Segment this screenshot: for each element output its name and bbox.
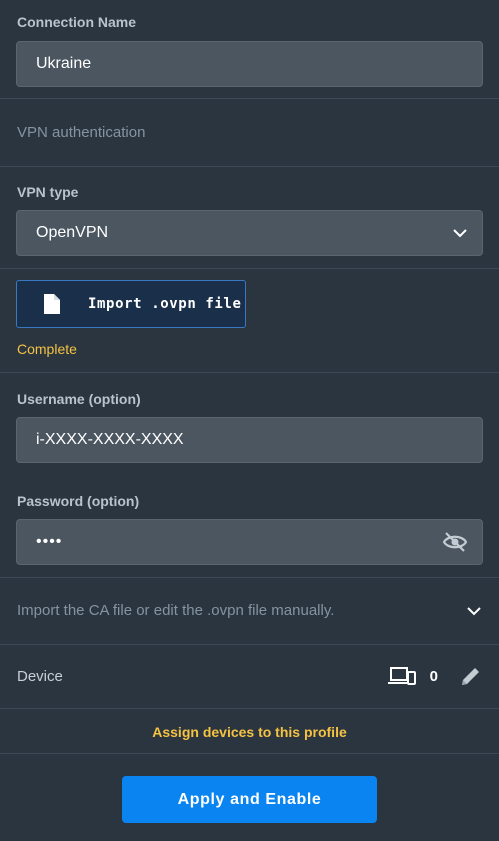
password-value: •••• (36, 533, 63, 550)
vpn-type-wrap: OpenVPN (0, 210, 499, 256)
eye-off-icon[interactable] (442, 531, 468, 553)
ca-expand-row[interactable]: Import the CA file or edit the .ovpn fil… (0, 602, 499, 619)
username-input[interactable]: i-XXXX-XXXX-XXXX (16, 417, 483, 463)
assign-wrap: Assign devices to this profile (0, 724, 499, 740)
divider (0, 644, 499, 645)
connection-name-wrap: Ukraine (0, 41, 499, 87)
vpn-type-label-wrap: VPN type (0, 184, 499, 200)
connection-name-value: Ukraine (36, 55, 92, 72)
divider (0, 708, 499, 709)
username-label: Username (option) (17, 391, 141, 407)
divider (0, 372, 499, 373)
vpn-authentication-heading: VPN authentication (17, 124, 146, 141)
chevron-down-icon (452, 228, 468, 238)
ca-section-text: Import the CA file or edit the .ovpn fil… (17, 602, 335, 619)
auth-heading-wrap: VPN authentication (0, 124, 499, 141)
vpn-type-select[interactable]: OpenVPN (16, 210, 483, 256)
password-input[interactable]: •••• (16, 519, 483, 565)
device-row: Device 0 (0, 665, 499, 687)
vpn-profile-panel: Connection Name Ukraine VPN authenticati… (0, 0, 499, 841)
device-count: 0 (429, 667, 438, 685)
apply-and-enable-button[interactable]: Apply and Enable (122, 776, 377, 823)
import-ovpn-button[interactable]: Import .ovpn file (16, 280, 246, 328)
divider (0, 577, 499, 578)
divider (0, 753, 499, 754)
device-right: 0 (387, 665, 482, 687)
password-label: Password (option) (17, 493, 140, 509)
vpn-type-label: VPN type (17, 184, 79, 200)
username-label-wrap: Username (option) (0, 391, 499, 407)
pencil-icon[interactable] (460, 665, 482, 687)
assign-devices-link[interactable]: Assign devices to this profile (0, 724, 499, 740)
import-ovpn-label: Import .ovpn file (88, 296, 242, 312)
password-label-wrap: Password (option) (0, 493, 499, 509)
chevron-down-icon (466, 606, 482, 616)
connection-name-label: Connection Name (17, 14, 137, 30)
divider (0, 98, 499, 99)
import-status: Complete (17, 341, 77, 357)
divider (0, 268, 499, 269)
import-wrap: Import .ovpn file (0, 280, 499, 328)
divider (0, 166, 499, 167)
file-icon (43, 293, 65, 315)
username-wrap: i-XXXX-XXXX-XXXX (0, 417, 499, 463)
username-value: i-XXXX-XXXX-XXXX (36, 431, 184, 448)
connection-name-input[interactable]: Ukraine (16, 41, 483, 87)
import-status-wrap: Complete (0, 341, 499, 357)
device-label: Device (17, 667, 63, 685)
vpn-type-value: OpenVPN (36, 224, 109, 241)
password-wrap: •••• (0, 519, 499, 565)
devices-icon (387, 666, 416, 686)
connection-name-section: Connection Name (0, 14, 499, 30)
